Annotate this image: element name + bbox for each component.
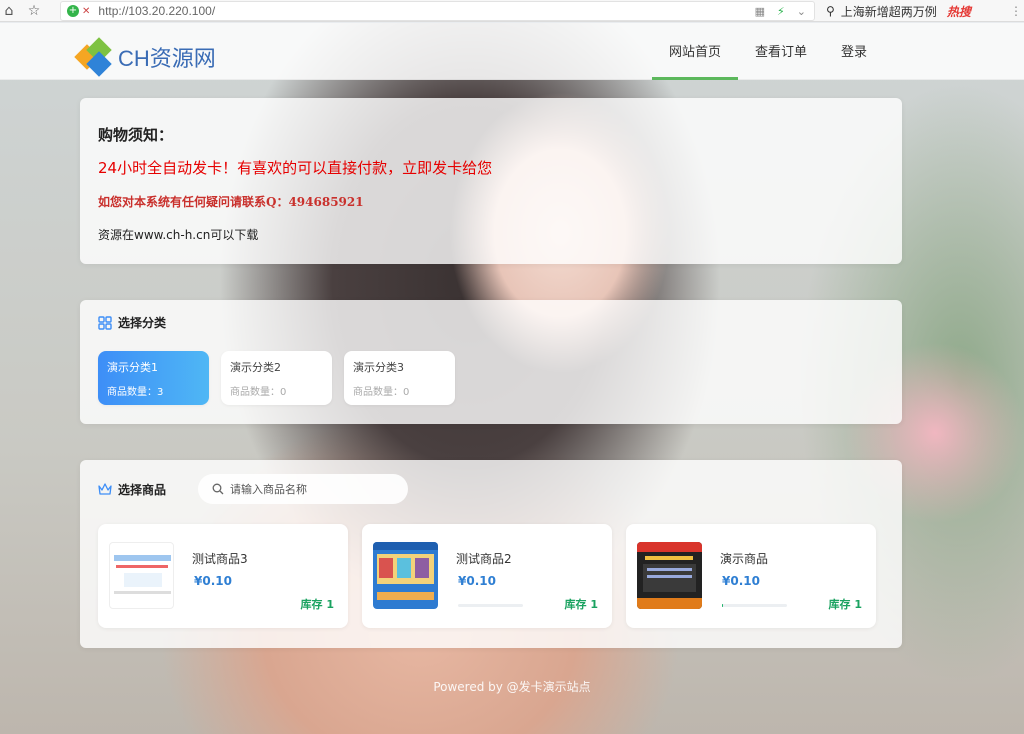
nav-login[interactable]: 登录: [824, 23, 884, 80]
logo-mark-icon: [74, 37, 114, 77]
category-count: 商品数量：0: [230, 387, 287, 398]
stock-progress-bar: [722, 604, 787, 607]
goods-price: ¥0.10: [722, 574, 760, 588]
category-card-1[interactable]: 演示分类1 商品数量：3: [98, 351, 209, 405]
footer-powered-by: Powered by @发卡演示站点: [433, 680, 591, 694]
category-grid-icon: [98, 315, 112, 330]
site-logo[interactable]: CH资源网: [74, 37, 216, 77]
goods-name: 演示商品: [720, 552, 769, 566]
notice-contact: 如您对本系统有任何疑问请联系Q：494685921: [98, 195, 364, 209]
category-panel: 选择分类 演示分类1 商品数量：3 演示分类2 商品数量：0 演示分类3 商品数…: [80, 300, 902, 424]
nav-home[interactable]: 网站首页: [651, 23, 738, 80]
category-card-3[interactable]: 演示分类3 商品数量：0: [344, 351, 455, 405]
category-title-label: 选择分类: [118, 316, 167, 330]
lightning-icon[interactable]: ⚡: [777, 5, 785, 18]
menu-icon[interactable]: ⋮: [1010, 4, 1022, 18]
goods-search-box[interactable]: [198, 474, 409, 504]
goods-price: ¥0.10: [458, 574, 496, 588]
goods-thumbnail: [637, 542, 702, 609]
goods-card-2[interactable]: 测试商品2 ¥0.10 库存 1: [362, 524, 612, 628]
category-count: 商品数量：3: [107, 387, 164, 398]
notice-download: 资源在www.ch-h.cn可以下载: [98, 228, 259, 242]
category-name: 演示分类2: [230, 361, 281, 374]
secure-shield-icon: +: [67, 5, 79, 17]
category-section-title: 选择分类: [98, 314, 884, 331]
bookmark-star-icon[interactable]: ☆: [25, 3, 43, 19]
category-card-2[interactable]: 演示分类2 商品数量：0: [221, 351, 332, 405]
category-name: 演示分类3: [353, 361, 404, 374]
goods-card-3[interactable]: 演示商品 ¥0.10 库存 1: [626, 524, 876, 628]
category-list: 演示分类1 商品数量：3 演示分类2 商品数量：0 演示分类3 商品数量：0: [98, 351, 884, 405]
main-nav: 网站首页 查看订单 登录: [651, 23, 884, 80]
qr-code-icon[interactable]: ▦: [755, 5, 765, 18]
goods-section-title: 选择商品: [98, 481, 166, 498]
goods-title-label: 选择商品: [118, 482, 167, 497]
no-sound-icon: ✕: [82, 5, 91, 17]
address-bar[interactable]: + ✕ http://103.20.220.100/ ▦ ⚡ ⌄: [60, 1, 815, 21]
goods-list: 测试商品3 ¥0.10 库存 1 测试商品2 ¥0.10 库存 1 演示商品 ¥…: [98, 524, 884, 628]
goods-name: 测试商品2: [456, 552, 512, 566]
url-text[interactable]: http://103.20.220.100/: [98, 4, 215, 18]
browser-search[interactable]: ⚲ 上海新增超两万例 热搜: [826, 1, 1016, 21]
search-hint[interactable]: 上海新增超两万例: [841, 3, 937, 20]
goods-stock: 库存 1: [300, 598, 334, 611]
category-name: 演示分类1: [107, 361, 158, 374]
logo-text: CH资源网: [118, 46, 216, 71]
goods-name: 测试商品3: [192, 552, 248, 566]
goods-panel: 选择商品 测试商品3 ¥0.10 库存 1: [80, 460, 902, 648]
goods-price: ¥0.10: [194, 574, 232, 588]
notice-title: 购物须知：: [98, 126, 174, 144]
chevron-down-icon[interactable]: ⌄: [797, 5, 806, 18]
notice-auto-delivery: 24小时全自动发卡！有喜欢的可以直接付款，立即发卡给您: [98, 159, 493, 177]
shopping-notice-panel: 购物须知： 24小时全自动发卡！有喜欢的可以直接付款，立即发卡给您 如您对本系统…: [80, 98, 902, 264]
site-header: CH资源网 网站首页 查看订单 登录: [0, 23, 1024, 80]
category-count: 商品数量：0: [353, 387, 410, 398]
hot-search-label[interactable]: 热搜: [947, 3, 971, 20]
stock-progress-bar: [458, 604, 523, 607]
goods-card-1[interactable]: 测试商品3 ¥0.10 库存 1: [98, 524, 348, 628]
browser-toolbar: ⌂ ☆ + ✕ http://103.20.220.100/ ▦ ⚡ ⌄ ⚲ 上…: [0, 0, 1024, 22]
goods-stock: 库存 1: [828, 598, 862, 611]
goods-thumbnail: [109, 542, 174, 609]
goods-thumbnail: [373, 542, 438, 609]
goods-stock: 库存 1: [564, 598, 598, 611]
crown-icon: [98, 483, 112, 495]
stock-progress-fill: [722, 604, 724, 607]
goods-search-input[interactable]: [230, 482, 401, 496]
search-icon: ⚲: [826, 4, 835, 18]
search-icon: [212, 483, 224, 495]
nav-orders[interactable]: 查看订单: [738, 23, 824, 80]
home-icon[interactable]: ⌂: [0, 3, 18, 19]
